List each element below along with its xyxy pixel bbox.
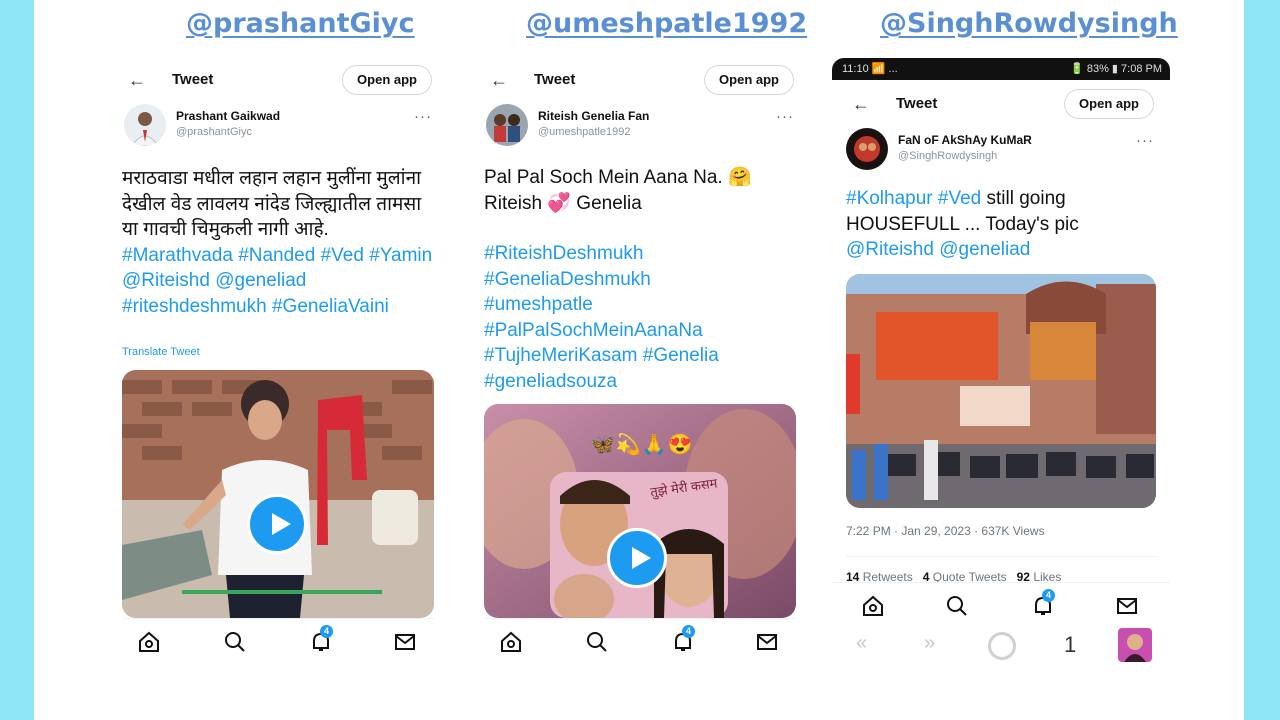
- more-options-icon[interactable]: ···: [776, 108, 794, 125]
- tweet-title: Tweet: [896, 95, 938, 112]
- tweet-text: #Kolhapur #Ved still going HOUSEFULL ...…: [846, 186, 1156, 263]
- hashtag[interactable]: #Nanded: [238, 245, 315, 266]
- play-icon[interactable]: [607, 528, 667, 588]
- tweet-timestamp-views: 7:22 PM · Jan 29, 2023 · 637K Views: [846, 524, 1045, 538]
- status-right: 🔋 83% ▮ 7:08 PM: [1070, 63, 1162, 75]
- tweet-text: Pal Pal Soch Mein Aana Na. 🤗 Riteish 💞 G…: [484, 165, 796, 394]
- author-row: Prashant Gaikwad @prashantGiyc ···: [124, 104, 434, 150]
- hashtag[interactable]: #Genelia: [643, 345, 719, 366]
- tweet-text-part: still going: [981, 188, 1066, 209]
- tab-count[interactable]: 1: [1064, 632, 1076, 658]
- hashtag[interactable]: #RiteishDeshmukh: [484, 243, 643, 264]
- more-options-icon[interactable]: ···: [1136, 132, 1154, 149]
- tweet-topbar: ← Tweet Open app: [484, 58, 796, 102]
- home-icon[interactable]: [136, 629, 162, 655]
- overlay-emojis: 🦋💫🙏😍: [590, 434, 694, 456]
- translate-tweet-link[interactable]: Translate Tweet: [122, 346, 200, 358]
- status-left: 11:10 📶 ...: [842, 63, 898, 75]
- phone-status-bar: 11:10 📶 ... 🔋 83% ▮ 7:08 PM: [832, 58, 1170, 80]
- author-handle[interactable]: @umeshpatle1992: [538, 126, 631, 138]
- messages-mail-icon[interactable]: [754, 629, 780, 655]
- avatar[interactable]: [124, 104, 166, 146]
- hashtag[interactable]: #Yamin: [369, 245, 432, 266]
- mention[interactable]: @Riteishd: [122, 270, 210, 291]
- mention[interactable]: @Riteishd: [846, 239, 934, 260]
- back-arrow-icon[interactable]: ←: [490, 70, 508, 91]
- author-name[interactable]: FaN oF AkShAy KuMaR: [898, 133, 1032, 147]
- home-icon[interactable]: [498, 629, 524, 655]
- bottom-nav: 4: [484, 618, 796, 667]
- cinema-photo: [846, 274, 1156, 508]
- browser-forward-icon[interactable]: »: [924, 632, 935, 655]
- search-icon[interactable]: [584, 629, 610, 655]
- back-arrow-icon[interactable]: ←: [128, 70, 146, 91]
- play-icon[interactable]: [247, 494, 307, 554]
- tweet-video[interactable]: 🦋💫🙏😍 तुझे मेरी कसम: [484, 404, 796, 618]
- open-app-button[interactable]: Open app: [342, 65, 432, 95]
- tweet-text-part: Riteish: [484, 192, 548, 214]
- column-handle-2[interactable]: @umeshpatle1992: [526, 8, 807, 39]
- reload-icon[interactable]: [988, 632, 1016, 660]
- column-handle-3[interactable]: @SinghRowdysingh: [880, 8, 1178, 39]
- search-icon[interactable]: [944, 593, 970, 619]
- avatar[interactable]: [846, 128, 888, 170]
- tweet-text-part: Genelia: [571, 192, 642, 214]
- tweet-text-line: Riteish 💞 Genelia: [484, 191, 796, 217]
- tweet-topbar: ← Tweet Open app: [846, 82, 1156, 126]
- tweet-text: मराठवाडा मधील लहान लहान मुलींना मुलांना …: [122, 166, 434, 319]
- back-arrow-icon[interactable]: ←: [852, 94, 870, 115]
- author-handle[interactable]: @prashantGiyc: [176, 126, 252, 138]
- browser-bar: « » 1: [832, 624, 1170, 670]
- tweet-title: Tweet: [172, 71, 214, 88]
- tweet-photo[interactable]: [846, 274, 1156, 508]
- browser-back-icon[interactable]: «: [856, 632, 867, 655]
- tweet-topbar: ← Tweet Open app: [122, 58, 434, 102]
- author-handle[interactable]: @SinghRowdysingh: [898, 150, 997, 162]
- divider: [846, 556, 1156, 557]
- hashtag[interactable]: #umeshpatle: [484, 294, 593, 315]
- tweet-video[interactable]: [122, 370, 434, 618]
- messages-mail-icon[interactable]: [1114, 593, 1140, 619]
- hashtag[interactable]: #GeneliaDeshmukh: [484, 269, 651, 290]
- heart-emoji: 💞: [547, 192, 572, 214]
- bottom-nav: 4: [122, 618, 434, 667]
- tweet-text-line: HOUSEFULL ... Today's pic: [846, 213, 1079, 235]
- tweet-text-line: Pal Pal Soch Mein Aana Na. 🤗: [484, 167, 752, 188]
- messages-mail-icon[interactable]: [392, 629, 418, 655]
- column-handle-1[interactable]: @prashantGiyc: [186, 8, 415, 39]
- mention[interactable]: @geneliad: [215, 270, 306, 291]
- more-options-icon[interactable]: ···: [414, 108, 432, 125]
- home-icon[interactable]: [860, 593, 886, 619]
- tweet-card-2: ← Tweet Open app Riteish Genelia Fan @um…: [484, 58, 796, 678]
- author-row: Riteish Genelia Fan @umeshpatle1992 ···: [486, 104, 796, 150]
- hashtag[interactable]: #Marathvada: [122, 245, 233, 266]
- notification-badge: 4: [320, 625, 333, 638]
- author-name[interactable]: Prashant Gaikwad: [176, 109, 280, 123]
- hashtag[interactable]: #riteshdeshmukh: [122, 296, 267, 317]
- author-row: FaN oF AkShAy KuMaR @SinghRowdysingh ···: [846, 128, 1156, 174]
- tweet-card-1: ← Tweet Open app Prashant Gaikwad @prash…: [122, 58, 434, 678]
- hashtag[interactable]: #Kolhapur: [846, 188, 933, 209]
- tweet-text-body: मराठवाडा मधील लहान लहान मुलींना मुलांना …: [122, 168, 422, 240]
- avatar[interactable]: [486, 104, 528, 146]
- profile-avatar[interactable]: [1118, 628, 1152, 662]
- hashtag[interactable]: #geneliadsouza: [484, 371, 617, 392]
- search-icon[interactable]: [222, 629, 248, 655]
- mention[interactable]: @geneliad: [939, 239, 1030, 260]
- collage-canvas: @prashantGiyc ← Tweet Open app Prashant …: [34, 0, 1244, 720]
- hashtag[interactable]: #GeneliaVaini: [272, 296, 389, 317]
- open-app-button[interactable]: Open app: [704, 65, 794, 95]
- tweet-card-3: 11:10 📶 ... 🔋 83% ▮ 7:08 PM ← Tweet Open…: [832, 58, 1170, 678]
- tweet-title: Tweet: [534, 71, 576, 88]
- notification-badge: 4: [682, 625, 695, 638]
- notification-badge: 4: [1042, 589, 1055, 602]
- hashtag[interactable]: #Ved: [321, 245, 364, 266]
- open-app-button[interactable]: Open app: [1064, 89, 1154, 119]
- hashtag[interactable]: #PalPalSochMeinAanaNa: [484, 320, 703, 341]
- author-name[interactable]: Riteish Genelia Fan: [538, 109, 649, 123]
- hashtag[interactable]: #TujheMeriKasam: [484, 345, 637, 366]
- hashtag[interactable]: #Ved: [938, 188, 981, 209]
